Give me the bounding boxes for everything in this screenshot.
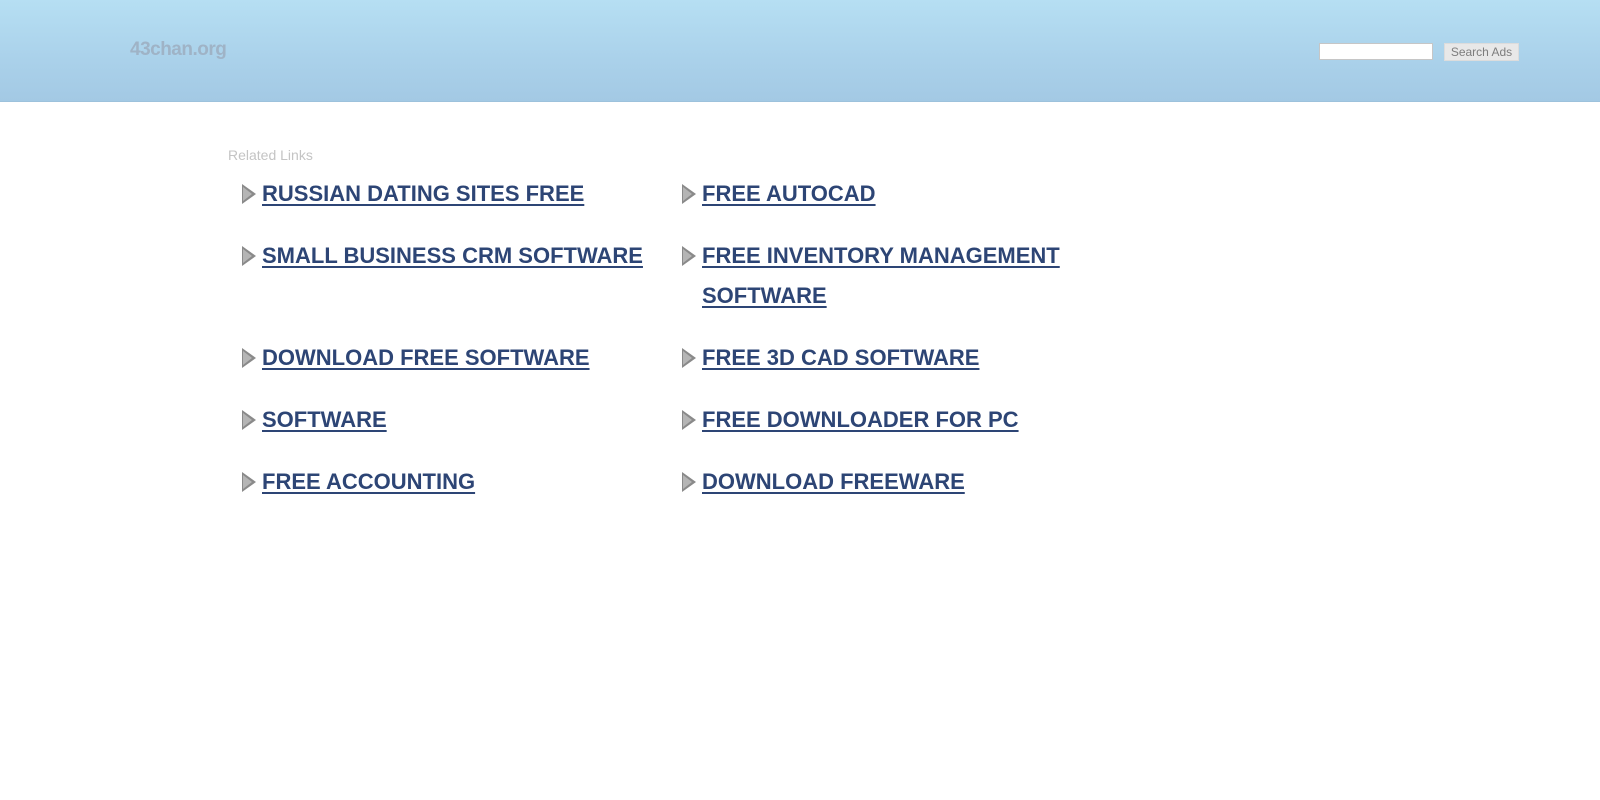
related-link[interactable]: FREE ACCOUNTING	[262, 462, 475, 502]
triangle-arrow-icon	[242, 472, 256, 492]
related-link-item[interactable]: FREE DOWNLOADER FOR PC	[680, 400, 1019, 440]
triangle-arrow-icon	[242, 246, 256, 266]
header-bar: 43chan.org Search Ads	[0, 0, 1600, 102]
related-link[interactable]: FREE INVENTORY MANAGEMENT SOFTWARE	[702, 236, 1080, 316]
related-link-item[interactable]: DOWNLOAD FREE SOFTWARE	[240, 338, 590, 378]
triangle-arrow-icon	[682, 472, 696, 492]
related-link[interactable]: DOWNLOAD FREE SOFTWARE	[262, 338, 590, 378]
triangle-arrow-icon	[682, 410, 696, 430]
related-link-item[interactable]: RUSSIAN DATING SITES FREE	[240, 174, 584, 214]
triangle-arrow-icon	[682, 184, 696, 204]
related-link-item[interactable]: FREE INVENTORY MANAGEMENT SOFTWARE	[680, 236, 1080, 316]
triangle-arrow-icon	[682, 348, 696, 368]
triangle-arrow-icon	[242, 410, 256, 430]
related-link[interactable]: SMALL BUSINESS CRM SOFTWARE	[262, 236, 643, 276]
related-link[interactable]: FREE 3D CAD SOFTWARE	[702, 338, 979, 378]
related-link-item[interactable]: DOWNLOAD FREEWARE	[680, 462, 965, 502]
related-link-item[interactable]: SOFTWARE	[240, 400, 387, 440]
related-link[interactable]: FREE AUTOCAD	[702, 174, 876, 214]
related-link[interactable]: FREE DOWNLOADER FOR PC	[702, 400, 1019, 440]
triangle-arrow-icon	[682, 246, 696, 266]
related-link-item[interactable]: SMALL BUSINESS CRM SOFTWARE	[240, 236, 643, 276]
search-ads-button[interactable]: Search Ads	[1444, 43, 1519, 61]
related-link-item[interactable]: FREE ACCOUNTING	[240, 462, 475, 502]
related-link-item[interactable]: FREE AUTOCAD	[680, 174, 876, 214]
site-name[interactable]: 43chan.org	[130, 39, 227, 61]
related-link-item[interactable]: FREE 3D CAD SOFTWARE	[680, 338, 979, 378]
triangle-arrow-icon	[242, 184, 256, 204]
related-links-heading: Related Links	[228, 147, 313, 163]
related-link[interactable]: SOFTWARE	[262, 400, 387, 440]
related-link[interactable]: DOWNLOAD FREEWARE	[702, 462, 965, 502]
search-input[interactable]	[1319, 43, 1433, 60]
related-link[interactable]: RUSSIAN DATING SITES FREE	[262, 174, 584, 214]
triangle-arrow-icon	[242, 348, 256, 368]
